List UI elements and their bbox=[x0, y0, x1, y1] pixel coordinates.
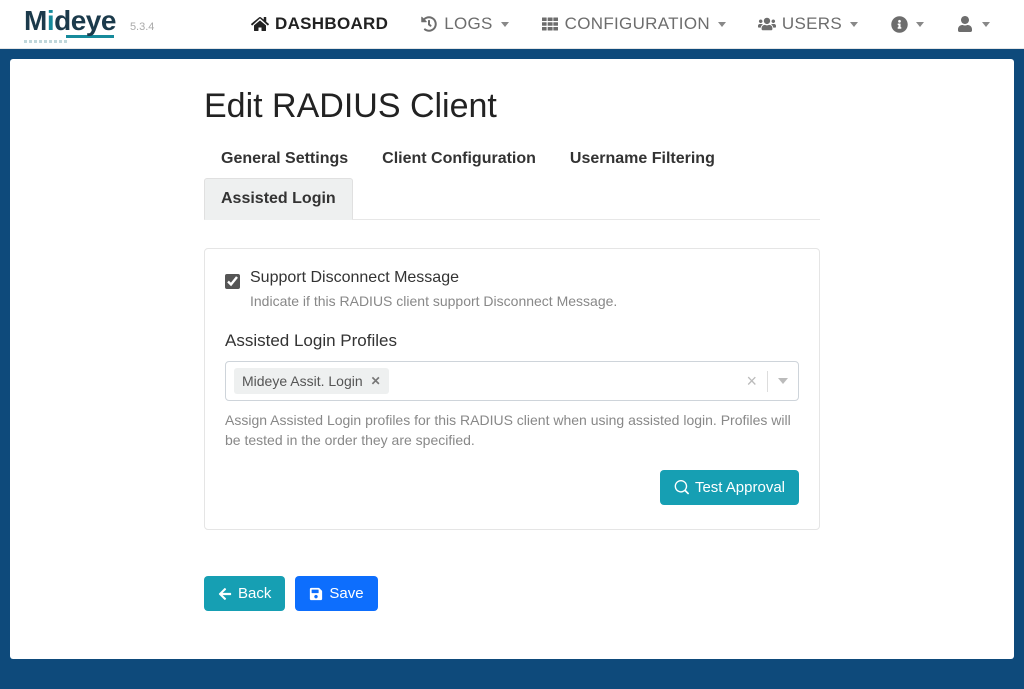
search-icon bbox=[674, 480, 689, 495]
help-icon bbox=[890, 15, 908, 33]
nav-configuration[interactable]: CONFIGURATION bbox=[525, 0, 742, 49]
clear-icon[interactable]: × bbox=[736, 371, 768, 392]
tab-username-filtering[interactable]: Username Filtering bbox=[553, 138, 732, 179]
save-button[interactable]: Save bbox=[295, 576, 377, 611]
nav-account[interactable] bbox=[940, 0, 1006, 49]
tab-assisted-login[interactable]: Assisted Login bbox=[204, 178, 353, 220]
assisted-profiles-select[interactable]: Mideye Assit. Login ✕ × bbox=[225, 361, 799, 401]
chevron-down-icon bbox=[916, 22, 924, 27]
page-outer: Edit RADIUS Client General Settings Clie… bbox=[0, 49, 1024, 689]
home-icon bbox=[251, 15, 269, 33]
page-inner: Edit RADIUS Client General Settings Clie… bbox=[10, 59, 1014, 659]
assisted-profiles-help: Assign Assisted Login profiles for this … bbox=[225, 411, 799, 450]
panel-assisted-login: Support Disconnect Message Indicate if t… bbox=[204, 248, 820, 530]
user-icon bbox=[956, 15, 974, 33]
support-disconnect-label: Support Disconnect Message bbox=[250, 269, 459, 287]
save-button-label: Save bbox=[329, 585, 363, 602]
nav-dashboard[interactable]: DASHBOARD bbox=[235, 0, 404, 49]
tag-remove-icon[interactable]: ✕ bbox=[371, 374, 381, 388]
nav-help[interactable] bbox=[874, 0, 940, 49]
tab-client-configuration[interactable]: Client Configuration bbox=[365, 138, 553, 179]
save-icon bbox=[309, 587, 323, 601]
nav-users[interactable]: USERS bbox=[742, 0, 874, 49]
brand-logo: Mideye bbox=[24, 5, 116, 36]
nav-logs-label: LOGS bbox=[444, 14, 492, 34]
profile-tag: Mideye Assit. Login ✕ bbox=[234, 368, 389, 394]
test-approval-button[interactable]: Test Approval bbox=[660, 470, 799, 505]
top-nav: Mideye 5.3.4 DASHBOARD LOGS CONFIGURATIO… bbox=[0, 0, 1024, 49]
grid-icon bbox=[541, 15, 559, 33]
nav-dashboard-label: DASHBOARD bbox=[275, 14, 388, 34]
chevron-down-icon bbox=[850, 22, 858, 27]
nav-logs[interactable]: LOGS bbox=[404, 0, 524, 49]
assisted-profiles-label: Assisted Login Profiles bbox=[225, 331, 799, 351]
back-button[interactable]: Back bbox=[204, 576, 285, 611]
users-icon bbox=[758, 15, 776, 33]
dropdown-toggle[interactable] bbox=[768, 378, 798, 384]
chevron-down-icon bbox=[718, 22, 726, 27]
nav-users-label: USERS bbox=[782, 14, 842, 34]
chevron-down-icon bbox=[778, 378, 788, 384]
arrow-left-icon bbox=[218, 587, 232, 601]
test-approval-label: Test Approval bbox=[695, 479, 785, 496]
support-disconnect-checkbox[interactable] bbox=[225, 274, 240, 289]
tabs: General Settings Client Configuration Us… bbox=[204, 138, 820, 220]
nav-configuration-label: CONFIGURATION bbox=[565, 14, 710, 34]
brand[interactable]: Mideye 5.3.4 bbox=[24, 5, 154, 43]
chevron-down-icon bbox=[982, 22, 990, 27]
page-title: Edit RADIUS Client bbox=[204, 87, 820, 126]
chevron-down-icon bbox=[501, 22, 509, 27]
tab-general-settings[interactable]: General Settings bbox=[204, 138, 365, 179]
brand-version: 5.3.4 bbox=[130, 21, 154, 33]
history-icon bbox=[420, 15, 438, 33]
profile-tag-label: Mideye Assit. Login bbox=[242, 373, 363, 389]
back-button-label: Back bbox=[238, 585, 271, 602]
support-disconnect-help: Indicate if this RADIUS client support D… bbox=[250, 293, 799, 309]
